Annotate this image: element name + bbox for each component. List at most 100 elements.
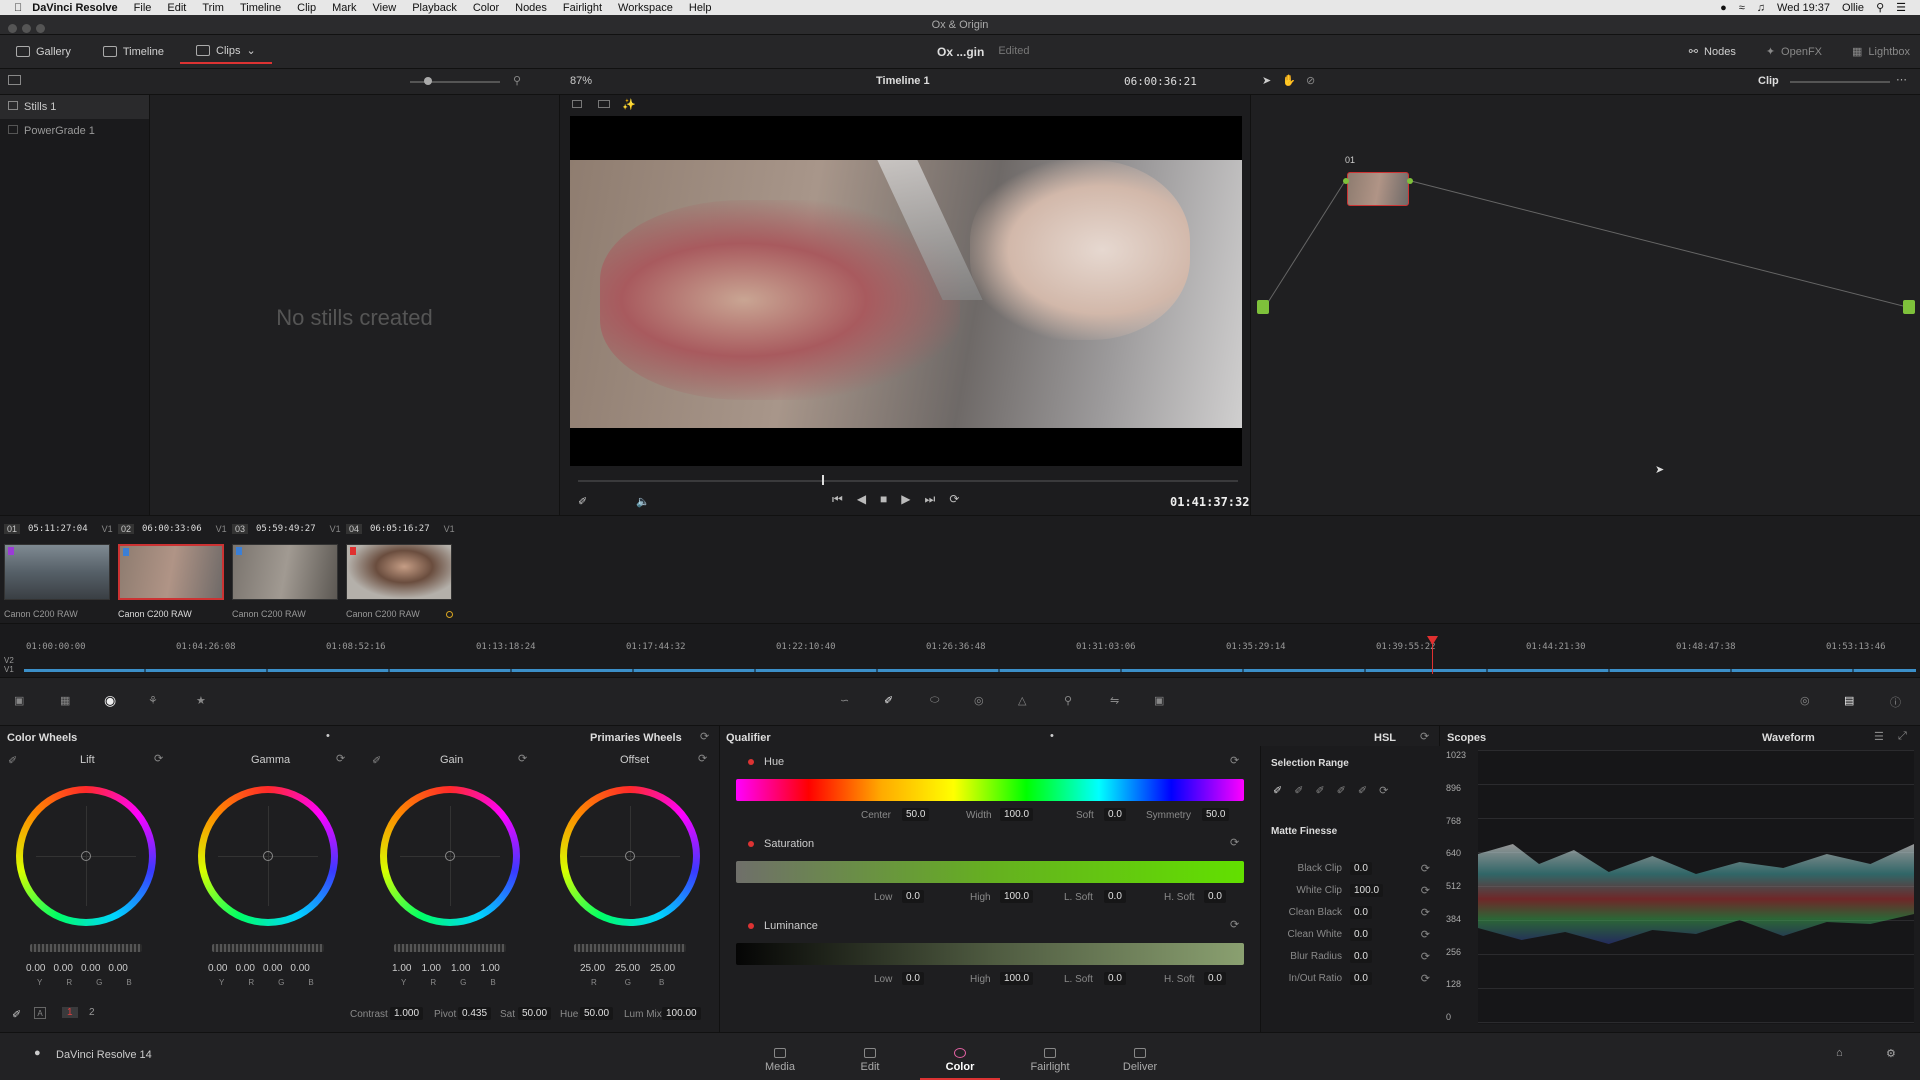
page-deliver[interactable]: Deliver xyxy=(1100,1048,1180,1073)
feather-minus-icon[interactable]: ✐ xyxy=(1337,784,1346,797)
picker-plus-icon[interactable]: ✐ xyxy=(1315,784,1324,797)
gain-wheel[interactable] xyxy=(380,786,520,926)
gallery-button[interactable]: Gallery xyxy=(0,46,87,58)
hue-value[interactable]: 50.00 xyxy=(580,1007,614,1020)
play-icon[interactable]: ▶ xyxy=(901,492,910,507)
menu-playback[interactable]: Playback xyxy=(412,2,457,14)
menu-list-icon[interactable]: ☰ xyxy=(1896,1,1906,14)
key-icon[interactable]: ⚲ xyxy=(1064,694,1072,707)
app-menu[interactable]: DaVinci Resolve xyxy=(32,2,117,14)
playhead-marker[interactable] xyxy=(822,475,824,485)
node-zoom-slider[interactable] xyxy=(1790,81,1890,83)
sizing-icon[interactable]: ⇋ xyxy=(1110,694,1119,707)
clip-thumb-4[interactable] xyxy=(346,544,452,600)
lift-wheel[interactable] xyxy=(16,786,156,926)
sat-lsoft-value[interactable]: 0.0 xyxy=(1104,890,1126,903)
hue-width-value[interactable]: 100.0 xyxy=(1000,808,1034,821)
openfx-button[interactable]: ✦ OpenFX xyxy=(1766,45,1822,59)
wifi-icon[interactable]: ≈ xyxy=(1739,2,1745,14)
search-icon[interactable]: ⚲ xyxy=(1876,1,1884,14)
nodes-button[interactable]: ⚯ Nodes xyxy=(1689,45,1736,59)
hue-soft-value[interactable]: 0.0 xyxy=(1104,808,1126,821)
volume-icon[interactable]: ♫ xyxy=(1757,2,1765,14)
page-color[interactable]: Color xyxy=(920,1048,1000,1080)
color-wheels-icon[interactable]: ◉ xyxy=(104,692,116,709)
skip-forward-icon[interactable]: ⏭ xyxy=(925,492,936,507)
picker-minus-icon[interactable]: ✐ xyxy=(1294,784,1303,797)
clean-white-value[interactable]: 0.0 xyxy=(1350,928,1372,941)
lum-high-value[interactable]: 100.0 xyxy=(1000,972,1034,985)
node-output-dot[interactable] xyxy=(1407,178,1413,184)
page-2-button[interactable]: 2 xyxy=(84,1007,100,1018)
volume-icon[interactable]: 🔈 xyxy=(636,495,650,508)
auto-a-icon[interactable]: A xyxy=(34,1007,46,1019)
scope-type-selector[interactable]: Waveform xyxy=(1762,732,1815,744)
wheels-mode-selector[interactable]: Primaries Wheels xyxy=(590,732,682,744)
apple-icon[interactable]:  xyxy=(14,2,22,14)
saturation-range-bar[interactable] xyxy=(736,861,1244,883)
blur-icon[interactable]: △ xyxy=(1018,694,1026,707)
user-name[interactable]: Ollie xyxy=(1842,2,1864,14)
auto-balance-icon[interactable]: ✐ xyxy=(12,1008,21,1021)
info-icon[interactable]: ⓘ xyxy=(1890,694,1901,710)
viewer-tool-icon[interactable] xyxy=(572,100,582,108)
panel-toggle-icon[interactable] xyxy=(8,75,21,85)
reset-icon[interactable]: ⟳ xyxy=(1421,928,1430,941)
hue-center-value[interactable]: 50.0 xyxy=(902,808,930,821)
reset-icon[interactable]: ⟳ xyxy=(1421,862,1430,875)
gain-picker-icon[interactable]: ✐ xyxy=(372,754,381,767)
clips-button[interactable]: Clips ⌄ xyxy=(180,40,272,64)
node-output[interactable] xyxy=(1903,300,1915,314)
reset-icon[interactable]: ⟳ xyxy=(1421,950,1430,963)
page-fairlight[interactable]: Fairlight xyxy=(1010,1048,1090,1073)
status-icon[interactable]: ● xyxy=(1720,2,1727,14)
reset-icon[interactable]: ⟳ xyxy=(1230,918,1239,931)
scrub-bar[interactable] xyxy=(578,480,1238,482)
reset-icon[interactable]: ⟳ xyxy=(1421,972,1430,985)
gain-master-slider[interactable] xyxy=(394,944,506,952)
luminance-range-bar[interactable] xyxy=(736,943,1244,965)
lum-lsoft-value[interactable]: 0.0 xyxy=(1104,972,1126,985)
serial-node[interactable] xyxy=(1347,172,1409,206)
view-icon[interactable]: ◎ xyxy=(1800,694,1810,707)
more-options-icon[interactable]: ⋯ xyxy=(1896,73,1907,86)
clip-thumb-2[interactable] xyxy=(118,544,224,600)
settings-icon[interactable]: ⚙ xyxy=(1886,1047,1896,1060)
loop-icon[interactable]: ⟳ xyxy=(949,492,959,507)
feather-plus-icon[interactable]: ✐ xyxy=(1358,784,1367,797)
stop-icon[interactable]: ■ xyxy=(880,492,887,507)
sat-high-value[interactable]: 100.0 xyxy=(1000,890,1034,903)
more-dots-icon[interactable]: • xyxy=(1050,730,1054,742)
reset-icon[interactable]: ⟳ xyxy=(1420,730,1429,743)
hue-enable-dot[interactable] xyxy=(748,759,754,765)
tracker-icon[interactable]: ◎ xyxy=(974,694,984,707)
clean-black-value[interactable]: 0.0 xyxy=(1350,906,1372,919)
gamma-master-slider[interactable] xyxy=(212,944,324,952)
timeline-selector[interactable]: Timeline 1 xyxy=(876,75,930,87)
pivot-value[interactable]: 0.435 xyxy=(458,1007,492,1020)
lum-low-value[interactable]: 0.0 xyxy=(902,972,924,985)
v1-track-clips[interactable] xyxy=(24,669,1916,672)
reset-icon[interactable]: ⟳ xyxy=(1421,906,1430,919)
menu-timeline[interactable]: Timeline xyxy=(240,2,281,14)
scopes-icon[interactable]: ▤ xyxy=(1844,694,1854,707)
lift-picker-icon[interactable]: ✐ xyxy=(8,754,17,767)
viewer-wand-icon[interactable]: ✨ xyxy=(622,98,636,111)
invert-icon[interactable]: ⟳ xyxy=(1379,784,1388,797)
page-1-button[interactable]: 1 xyxy=(62,1007,78,1018)
gamma-wheel[interactable] xyxy=(198,786,338,926)
menu-file[interactable]: File xyxy=(134,2,152,14)
hue-symmetry-value[interactable]: 50.0 xyxy=(1202,808,1230,821)
color-picker-icon[interactable]: ✐ xyxy=(578,495,587,508)
qualifier-icon[interactable]: ✐ xyxy=(884,694,893,707)
hue-range-bar[interactable] xyxy=(736,779,1244,801)
rgb-mixer-icon[interactable]: ⚘ xyxy=(148,694,158,707)
pointer-icon[interactable]: ➤ xyxy=(1262,74,1271,87)
inout-ratio-value[interactable]: 0.0 xyxy=(1350,972,1372,985)
hand-icon[interactable]: ✋ xyxy=(1282,74,1296,87)
offset-master-slider[interactable] xyxy=(574,944,686,952)
clip-thumb-1[interactable] xyxy=(4,544,110,600)
qualifier-mode-selector[interactable]: HSL xyxy=(1374,732,1396,744)
menu-mark[interactable]: Mark xyxy=(332,2,356,14)
white-clip-value[interactable]: 100.0 xyxy=(1350,884,1384,897)
